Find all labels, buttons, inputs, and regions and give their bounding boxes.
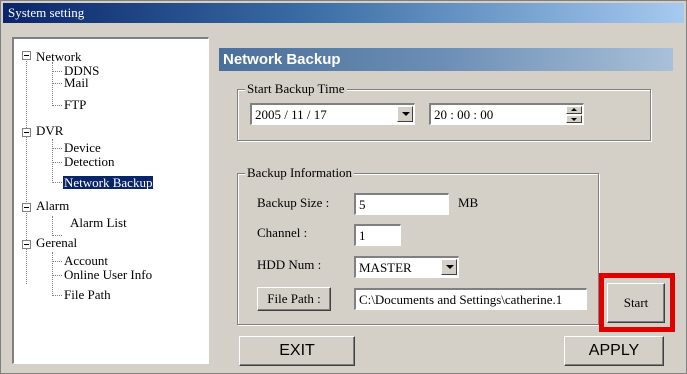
channel-label: Channel : [257,225,308,240]
tree-connector [52,261,62,262]
tree-node-detection[interactable]: Detection [63,155,116,168]
backup-size-value: 5 [359,197,366,212]
backup-time-value: 20 : 00 : 00 [434,107,494,122]
collapse-general-icon[interactable] [22,240,31,249]
collapse-dvr-icon[interactable] [22,128,31,137]
tree-node-account[interactable]: Account [63,254,109,267]
apply-button[interactable]: APPLY [564,336,664,366]
tree-connector [26,54,27,284]
tree-connector [52,216,53,236]
settings-tree[interactable]: Network DDNS Mail FTP DVR Device Detecti… [12,37,209,364]
start-backup-time-legend: Start Backup Time [245,81,347,96]
tree-node-online-user-info[interactable]: Online User Info [63,268,153,281]
tree-node-alarm[interactable]: Alarm [35,199,70,212]
channel-value: 1 [359,228,366,243]
exit-button[interactable]: EXIT [239,336,355,366]
panel-header: Network Backup [219,48,673,71]
title-bar: System setting [3,3,684,23]
backup-information-legend: Backup Information [245,165,355,180]
tree-node-file-path[interactable]: File Path [63,288,112,301]
hdd-num-select[interactable]: MASTER [354,256,459,278]
tree-node-network[interactable]: Network [35,50,83,63]
collapse-network-icon[interactable] [22,51,31,60]
backup-size-unit: MB [458,195,479,210]
panel-title: Network Backup [223,51,341,68]
tree-connector [52,105,62,106]
highlight-box [599,273,675,332]
file-path-input[interactable]: C:\Documents and Settings\catherine.1 [354,288,587,310]
tree-connector [52,139,53,183]
tree-connector [52,252,53,296]
date-dropdown-icon[interactable] [397,106,413,122]
backup-time-spinner[interactable]: 20 : 00 : 00 [429,103,584,125]
time-spinner-icon[interactable] [566,106,582,123]
tree-connector [52,83,62,84]
tree-connector [52,162,62,163]
tree-node-general[interactable]: Gerenal [35,236,78,249]
tree-node-network-backup[interactable]: Network Backup [63,176,154,189]
channel-input[interactable]: 1 [354,224,401,246]
file-path-button[interactable]: File Path : [257,287,331,311]
collapse-alarm-icon[interactable] [22,203,31,212]
hdd-dropdown-icon[interactable] [441,259,457,275]
spin-down-icon[interactable] [566,115,582,123]
tree-connector [52,275,62,276]
spin-up-icon[interactable] [566,106,582,114]
backup-date-picker[interactable]: 2005 / 11 / 17 [250,103,415,125]
window-title: System setting [8,5,85,20]
system-setting-window: System setting Network DDNS Mail FTP DVR… [0,0,687,374]
tree-node-alarm-list[interactable]: Alarm List [69,216,128,229]
backup-size-input[interactable]: 5 [354,193,449,215]
tree-node-dvr[interactable]: DVR [35,124,64,137]
tree-connector [52,295,62,296]
hdd-num-value: MASTER [359,260,412,275]
tree-node-device[interactable]: Device [63,141,102,154]
tree-connector [52,62,53,106]
tree-connector [52,182,62,183]
backup-size-label: Backup Size : [257,195,330,210]
hdd-num-label: HDD Num : [257,257,322,272]
tree-node-ftp[interactable]: FTP [63,98,87,111]
backup-date-value: 2005 / 11 / 17 [255,107,327,122]
tree-connector [52,148,62,149]
file-path-value: C:\Documents and Settings\catherine.1 [359,292,563,307]
tree-connector [52,71,62,72]
tree-node-mail[interactable]: Mail [63,76,90,89]
